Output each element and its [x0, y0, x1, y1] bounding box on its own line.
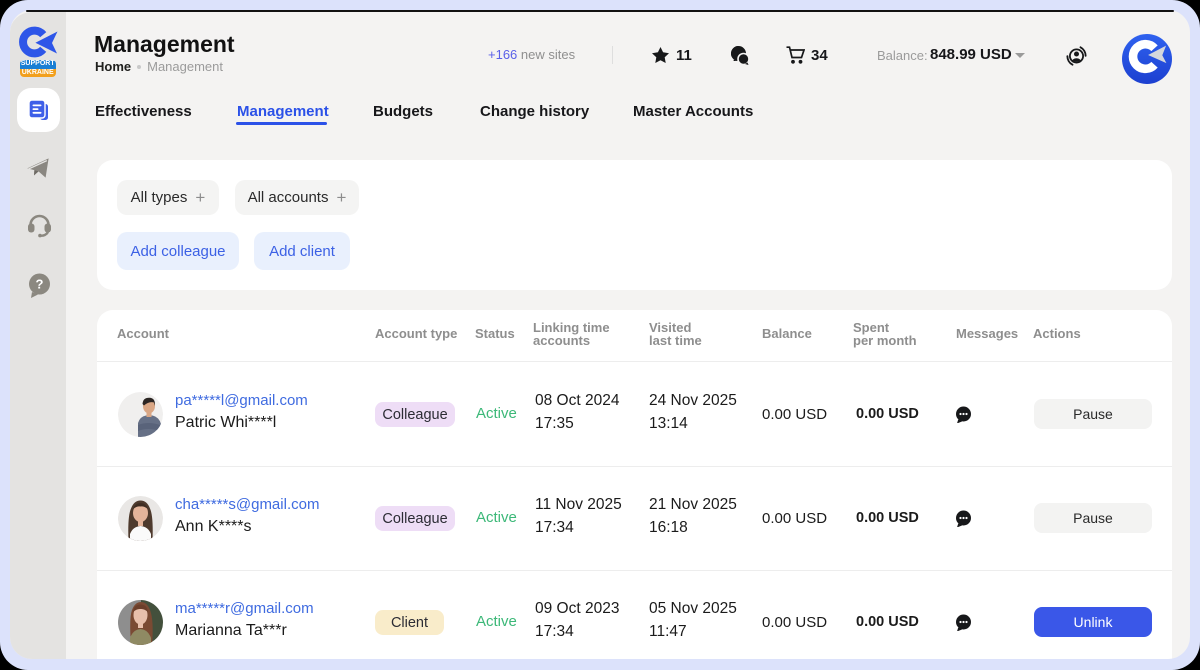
svg-text:?: ? [36, 277, 44, 292]
